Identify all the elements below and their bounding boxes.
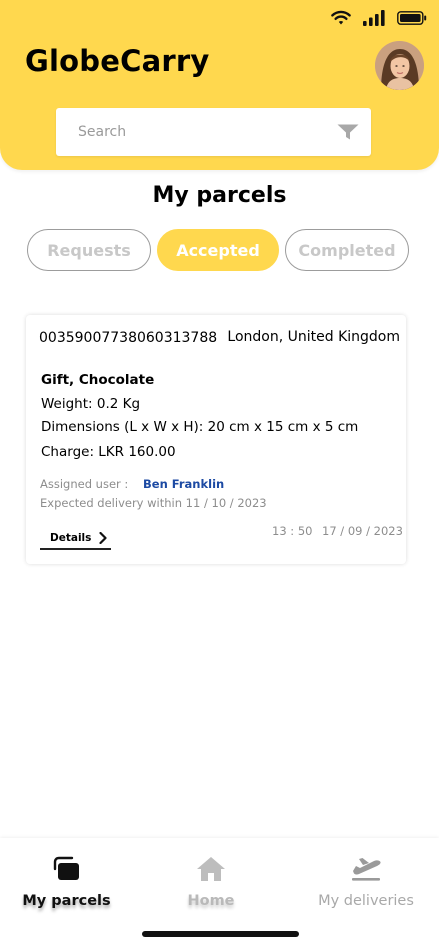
parcel-time: 13 : 50 bbox=[272, 524, 313, 538]
destination-location: London, United Kingdom bbox=[227, 329, 400, 345]
chevron-right-icon bbox=[99, 531, 107, 544]
parcel-item-title: Gift, Chocolate bbox=[41, 372, 155, 388]
assigned-user-label: Assigned user : bbox=[40, 477, 129, 491]
nav-label: My parcels bbox=[22, 893, 111, 909]
signal-icon bbox=[363, 10, 385, 26]
home-indicator bbox=[142, 931, 299, 937]
battery-icon bbox=[397, 11, 427, 25]
page-title: My parcels bbox=[152, 183, 287, 208]
details-button[interactable]: Details bbox=[40, 527, 111, 550]
nav-my-deliveries[interactable]: My deliveries bbox=[296, 838, 436, 928]
wifi-icon bbox=[331, 10, 351, 25]
nav-label: My deliveries bbox=[318, 893, 414, 909]
parcel-weight: Weight: 0.2 Kg bbox=[41, 396, 141, 412]
tab-completed[interactable]: Completed bbox=[285, 229, 409, 271]
app-header: GlobeCarry bbox=[0, 0, 439, 170]
search-input[interactable] bbox=[78, 124, 337, 140]
details-label: Details bbox=[50, 531, 92, 544]
status-tabs: Requests Accepted Completed bbox=[27, 229, 409, 271]
search-bar bbox=[56, 108, 371, 156]
tracking-number: 00359007738060313788 bbox=[39, 330, 218, 346]
home-icon bbox=[197, 857, 225, 881]
assigned-user-name[interactable]: Ben Franklin bbox=[143, 477, 224, 491]
nav-home[interactable]: Home bbox=[146, 838, 276, 928]
nav-my-parcels[interactable]: My parcels bbox=[0, 838, 133, 928]
parcel-dimensions: Dimensions (L x W x H): 20 cm x 15 cm x … bbox=[41, 419, 359, 435]
parcel-card[interactable]: 00359007738060313788 London, United King… bbox=[26, 315, 406, 564]
nav-label: Home bbox=[187, 893, 235, 909]
avatar[interactable] bbox=[375, 41, 424, 90]
app-title: GlobeCarry bbox=[25, 44, 210, 78]
filter-icon[interactable] bbox=[337, 124, 359, 140]
tab-accepted[interactable]: Accepted bbox=[157, 229, 279, 271]
parcel-box-icon bbox=[53, 856, 79, 880]
plane-departure-icon bbox=[352, 858, 381, 881]
parcel-charge: Charge: LKR 160.00 bbox=[41, 444, 176, 460]
parcel-date: 17 / 09 / 2023 bbox=[322, 524, 403, 538]
status-bar bbox=[331, 8, 427, 28]
expected-delivery: Expected delivery within 11 / 10 / 2023 bbox=[40, 496, 267, 510]
user-photo bbox=[375, 41, 424, 90]
tab-requests[interactable]: Requests bbox=[27, 229, 151, 271]
